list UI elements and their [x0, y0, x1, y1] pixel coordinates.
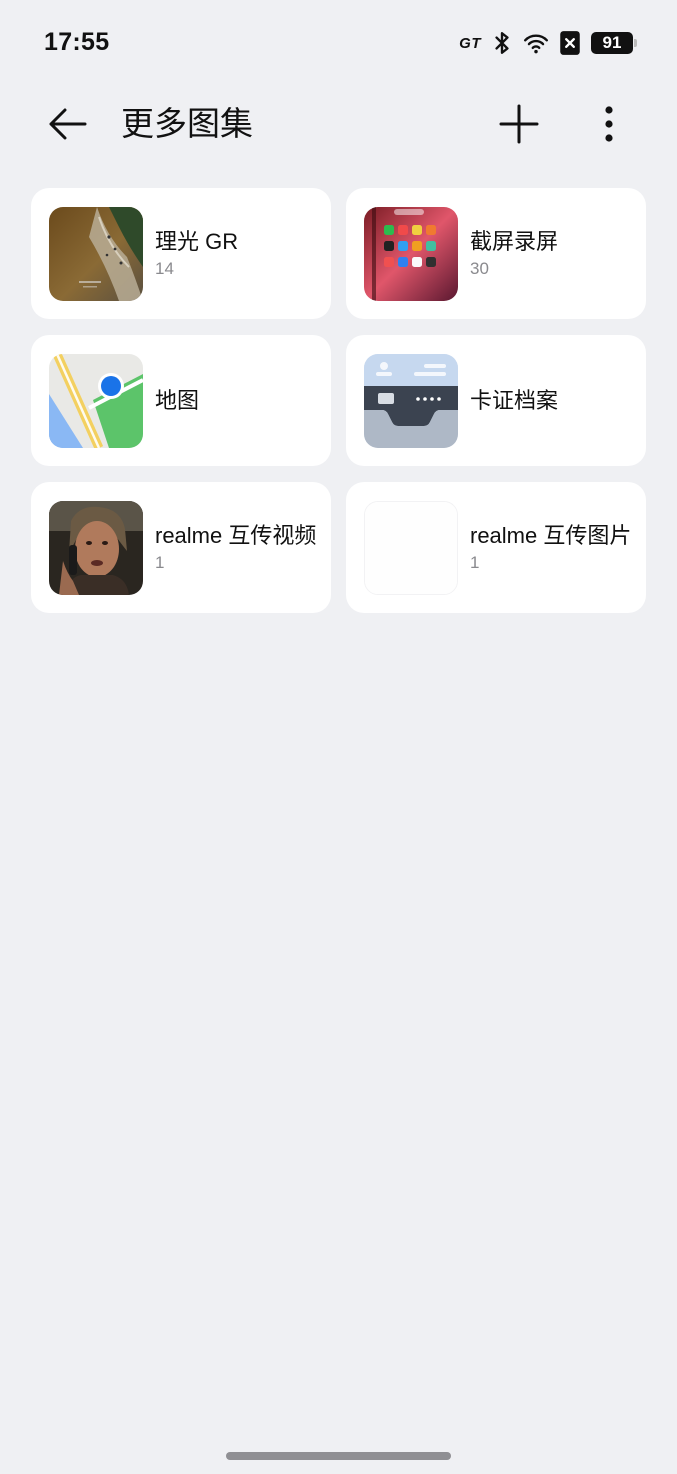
add-album-button[interactable] — [494, 100, 544, 148]
album-thumbnail — [49, 354, 143, 448]
album-name: 地图 — [155, 387, 200, 413]
arrow-left-icon — [49, 108, 87, 140]
bluetooth-icon — [495, 32, 509, 54]
album-thumbnail — [364, 501, 458, 595]
album-card-cards-documents[interactable]: 卡证档案 — [346, 335, 646, 466]
more-vertical-icon — [605, 106, 613, 142]
battery-indicator: 91 — [591, 32, 637, 54]
album-name: realme 互传视频 — [155, 522, 317, 548]
home-indicator[interactable] — [226, 1452, 451, 1460]
album-thumbnail — [364, 207, 458, 301]
album-thumbnail — [364, 354, 458, 448]
video-frame-person — [49, 501, 143, 595]
album-text: realme 互传视频 1 — [155, 482, 316, 613]
album-text: 理光 GR 14 — [155, 188, 238, 319]
album-name: 截屏录屏 — [470, 228, 559, 254]
app-header: 更多图集 — [0, 88, 677, 160]
album-card-screenshots[interactable]: 截屏录屏 30 — [346, 188, 646, 319]
album-thumbnail — [49, 501, 143, 595]
status-time: 17:55 — [44, 28, 110, 56]
more-options-button[interactable] — [586, 100, 632, 148]
blank-image — [365, 502, 457, 594]
wifi-icon — [523, 34, 549, 54]
album-text: 截屏录屏 30 — [470, 188, 558, 319]
album-card-realme-videos[interactable]: realme 互传视频 1 — [31, 482, 331, 613]
album-count: 1 — [470, 552, 480, 572]
map-icon — [49, 354, 143, 448]
album-count: 30 — [470, 258, 489, 278]
gt-mode-icon: GT — [459, 34, 481, 52]
album-name: realme 互传图片 — [470, 522, 632, 548]
album-text: 地图 — [155, 335, 199, 466]
album-card-realme-images[interactable]: realme 互传图片 1 — [346, 482, 646, 613]
phone-screenshot — [364, 207, 458, 301]
back-button[interactable] — [40, 102, 94, 146]
page-title: 更多图集 — [121, 105, 253, 142]
beach-aerial-photo — [49, 207, 143, 301]
album-name: 卡证档案 — [470, 387, 559, 413]
plus-icon — [499, 104, 539, 144]
screen: 17:55 GT 91 更多图集 理光 GR 14 截屏录屏 30 地图 卡证档… — [0, 0, 677, 1474]
card-wallet-icon — [364, 354, 458, 448]
no-sim-icon — [560, 31, 580, 55]
album-count: 1 — [155, 552, 165, 572]
album-grid: 理光 GR 14 截屏录屏 30 地图 卡证档案 realme 互传视频 1 r… — [31, 188, 646, 613]
album-text: 卡证档案 — [470, 335, 558, 466]
album-card-ricoh-gr[interactable]: 理光 GR 14 — [31, 188, 331, 319]
status-icons: GT 91 — [459, 28, 637, 58]
album-count: 14 — [155, 258, 174, 278]
album-card-map[interactable]: 地图 — [31, 335, 331, 466]
album-name: 理光 GR — [155, 228, 239, 254]
status-bar: 17:55 GT 91 — [0, 0, 677, 88]
album-text: realme 互传图片 1 — [470, 482, 631, 613]
album-thumbnail — [49, 207, 143, 301]
